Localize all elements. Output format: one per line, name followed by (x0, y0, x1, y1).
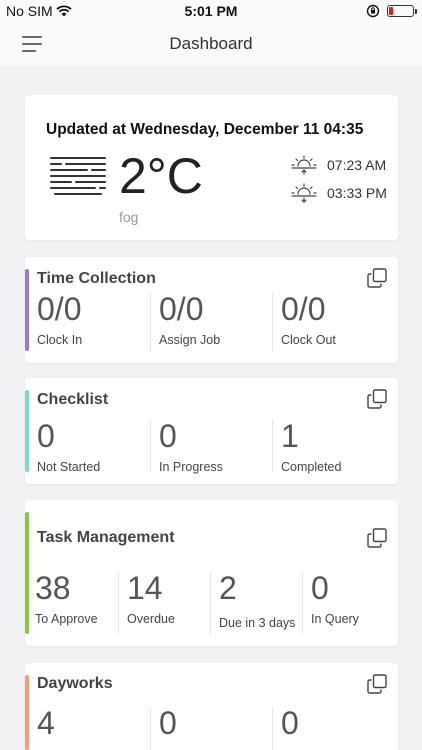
accent-bar (25, 512, 29, 634)
sunset-row: 03:33 PM (291, 183, 387, 203)
card-title: Checklist (37, 391, 109, 408)
stat-value: 38 (35, 570, 71, 606)
stat-not-started[interactable]: 0 Not Started (37, 418, 150, 474)
sunset-icon (291, 183, 317, 203)
stat-label: Not Started (37, 460, 101, 474)
orientation-lock-icon (366, 4, 380, 18)
stat-value: 0 (159, 705, 177, 741)
stat-label: Assign Job (159, 333, 221, 347)
clock: 5:01 PM (184, 3, 238, 19)
stat-value: 0/0 (37, 291, 82, 327)
stat-in-query[interactable]: 0 In Query (302, 572, 394, 634)
stat-label: In Progress (159, 460, 223, 474)
stat-value: 4 (37, 705, 55, 741)
stat-overdue[interactable]: 14 Overdue (118, 572, 210, 634)
stat-clock-out[interactable]: 0/0 Clock Out (272, 293, 394, 351)
stat-due-in-3-days[interactable]: 2 Due in 3 days (210, 572, 302, 634)
stat-label: Clock Out (281, 333, 336, 347)
card-title: Task Management (37, 529, 175, 546)
dayworks-card[interactable]: Dayworks 4 0 0 (25, 663, 398, 750)
copy-icon[interactable] (367, 389, 387, 409)
weather-condition: fog (119, 209, 139, 225)
stat-value: 0 (311, 570, 329, 606)
stat-completed[interactable]: 1 Completed (272, 418, 394, 474)
stat-label: In Query (311, 612, 359, 626)
sunrise-time: 07:23 AM (327, 157, 387, 173)
copy-icon[interactable] (367, 674, 387, 694)
stat-clock-in[interactable]: 0/0 Clock In (37, 293, 150, 351)
nav-bar: Dashboard (0, 22, 422, 66)
stat-to-approve[interactable]: 38 To Approve (35, 572, 118, 634)
stat-label: To Approve (35, 612, 98, 626)
stat-label: Due in 3 days (219, 616, 296, 630)
time-collection-card[interactable]: Time Collection 0/0 Clock In 0/0 Assign … (25, 257, 398, 363)
stat-assign-job[interactable]: 0/0 Assign Job (150, 293, 272, 351)
stat-value: 0 (37, 418, 55, 454)
stat-value: 2 (219, 570, 237, 606)
accent-bar (25, 390, 29, 472)
stat-label: Overdue (127, 612, 175, 626)
accent-bar (25, 675, 29, 750)
stat-value: 0 (159, 418, 177, 454)
weather-card: Updated at Wednesday, December 11 04:35 … (25, 95, 398, 240)
card-title: Time Collection (37, 270, 156, 287)
task-management-card[interactable]: Task Management 38 To Approve 14 Overdue… (25, 500, 398, 646)
stat-value: 14 (127, 570, 163, 606)
stat-dayworks-3[interactable]: 0 (272, 707, 394, 750)
stat-label: Clock In (37, 333, 83, 347)
stat-dayworks-1[interactable]: 4 (37, 707, 150, 750)
stat-label: Completed (281, 460, 342, 474)
sunrise-row: 07:23 AM (291, 155, 386, 175)
fog-icon (50, 157, 106, 195)
accent-bar (25, 269, 29, 351)
stat-value: 1 (281, 418, 299, 454)
stat-value: 0 (281, 705, 299, 741)
stat-value: 0/0 (281, 291, 326, 327)
status-bar: No SIM 5:01 PM (0, 0, 422, 22)
stat-value: 0/0 (159, 291, 204, 327)
card-title: Dayworks (37, 675, 113, 692)
checklist-card[interactable]: Checklist 0 Not Started 0 In Progress 1 … (25, 378, 398, 484)
stat-in-progress[interactable]: 0 In Progress (150, 418, 272, 474)
copy-icon[interactable] (367, 528, 387, 548)
battery-icon (387, 5, 417, 17)
page-title: Dashboard (169, 34, 253, 53)
sunset-time: 03:33 PM (327, 185, 387, 201)
stat-dayworks-2[interactable]: 0 (150, 707, 272, 750)
copy-icon[interactable] (367, 268, 387, 288)
weather-updated-text: Updated at Wednesday, December 11 04:35 (46, 121, 364, 138)
sunrise-icon (291, 155, 317, 175)
temperature-value: 2°C (119, 148, 203, 204)
